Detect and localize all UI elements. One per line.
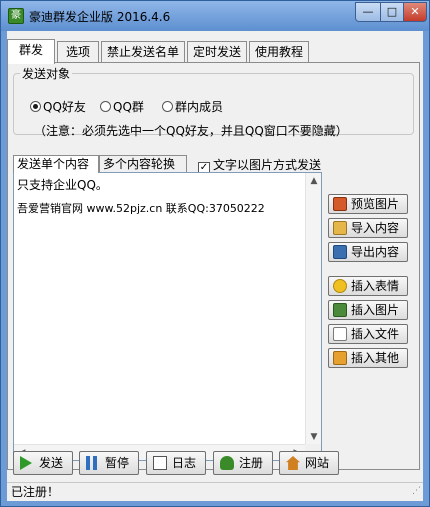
tab-rotate-content[interactable]: 多个内容轮换 — [99, 155, 187, 173]
insert-other-button[interactable]: 插入其他 — [328, 348, 408, 368]
tab-single-content[interactable]: 发送单个内容 — [13, 155, 99, 173]
window-title: 豪迪群发企业版 2016.4.6 — [29, 10, 171, 24]
tab-tutorial[interactable]: 使用教程 — [249, 41, 309, 63]
status-text: 已注册！ — [11, 485, 60, 499]
scroll-down-icon[interactable]: ▼ — [306, 429, 322, 445]
app-window: 豪 豪迪群发企业版 2016.4.6 — □ ✕ 群发 选项 禁止发送名单 定时… — [0, 0, 430, 507]
website-button[interactable]: 网站 — [279, 451, 339, 475]
log-icon — [153, 456, 167, 470]
pause-icon — [86, 456, 97, 470]
scroll-up-icon[interactable]: ▲ — [306, 173, 322, 189]
maximize-button[interactable]: □ — [380, 2, 404, 22]
register-button[interactable]: 注册 — [213, 451, 273, 475]
save-disk-icon — [333, 245, 347, 259]
resize-grip-icon[interactable]: ⋰ — [412, 482, 421, 500]
radio-indicator — [162, 101, 173, 112]
preview-image-button[interactable]: 预览图片 — [328, 194, 408, 214]
editor-line: 吾爱营销官网 www.52pjz.cn 联系QQ:37050222 — [17, 202, 265, 215]
status-bar: 已注册！ ⋰ — [7, 482, 423, 501]
minimize-button[interactable]: — — [355, 2, 381, 22]
insert-picture-button[interactable]: 插入图片 — [328, 300, 408, 320]
tab-options[interactable]: 选项 — [57, 41, 99, 63]
message-editor[interactable]: 只支持企业QQ。 吾爱营销官网 www.52pjz.cn 联系QQ:370502… — [13, 172, 322, 461]
file-icon — [333, 327, 347, 341]
insert-file-button[interactable]: 插入文件 — [328, 324, 408, 344]
app-logo-icon: 豪 — [8, 8, 24, 24]
smiley-icon — [333, 279, 347, 293]
export-content-button[interactable]: 导出内容 — [328, 242, 408, 262]
editor-line: 只支持企业QQ。 — [17, 178, 108, 192]
send-target-note: （注意：必须先选中一个QQ好友，并且QQ窗口不要隐藏） — [34, 124, 348, 138]
user-icon — [220, 456, 234, 470]
mass-send-panel: 发送对象 QQ好友 QQ群 群内成员 （注意：必须先选中一个QQ好友，并且QQ窗… — [7, 62, 420, 470]
tab-scheduled-send[interactable]: 定时发送 — [187, 41, 247, 63]
vertical-scrollbar[interactable]: ▲ ▼ — [305, 173, 321, 445]
insert-other-icon — [333, 351, 347, 365]
import-content-button[interactable]: 导入内容 — [328, 218, 408, 238]
send-target-group: 发送对象 QQ好友 QQ群 群内成员 （注意：必须先选中一个QQ好友，并且QQ窗… — [13, 65, 414, 138]
insert-emoticon-button[interactable]: 插入表情 — [328, 276, 408, 296]
folder-open-icon — [333, 221, 347, 235]
radio-selected-indicator — [30, 101, 41, 112]
pause-button[interactable]: 暂停 — [79, 451, 139, 475]
play-icon — [20, 456, 32, 470]
preview-image-icon — [333, 197, 347, 211]
send-target-title: 发送对象 — [20, 65, 73, 82]
log-button[interactable]: 日志 — [146, 451, 206, 475]
main-client-area: 群发 选项 禁止发送名单 定时发送 使用教程 发送对象 QQ好友 QQ群 群内成… — [7, 31, 423, 501]
radio-qq-group[interactable]: QQ群 — [100, 98, 144, 115]
radio-qq-friend[interactable]: QQ好友 — [30, 98, 86, 115]
picture-icon — [333, 303, 347, 317]
radio-group-members[interactable]: 群内成员 — [162, 98, 223, 115]
home-icon — [286, 456, 300, 470]
tab-blocklist[interactable]: 禁止发送名单 — [101, 41, 185, 63]
title-bar[interactable]: 豪 豪迪群发企业版 2016.4.6 — □ ✕ — [1, 1, 429, 31]
tab-mass-send[interactable]: 群发 — [7, 39, 55, 64]
send-button[interactable]: 发送 — [13, 451, 73, 475]
close-button[interactable]: ✕ — [403, 2, 427, 22]
radio-indicator — [100, 101, 111, 112]
